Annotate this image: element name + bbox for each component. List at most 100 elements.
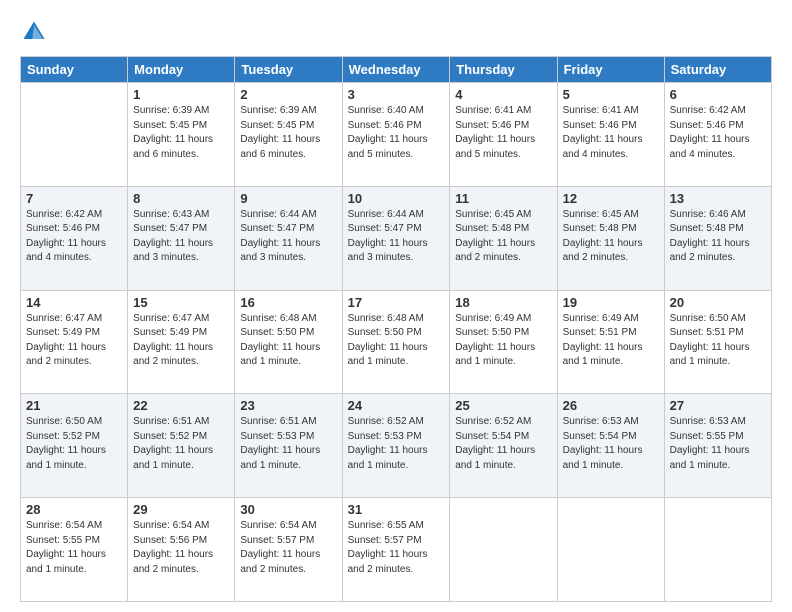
calendar-header-thursday: Thursday bbox=[450, 57, 557, 83]
day-number: 30 bbox=[240, 502, 336, 517]
calendar-header-monday: Monday bbox=[128, 57, 235, 83]
calendar-header-friday: Friday bbox=[557, 57, 664, 83]
day-info: Sunrise: 6:41 AM Sunset: 5:46 PM Dayligh… bbox=[563, 104, 659, 162]
calendar-cell: 24 Sunrise: 6:52 AM Sunset: 5:53 PM Dayli… bbox=[342, 394, 450, 498]
day-number: 28 bbox=[26, 502, 122, 517]
day-info: Sunrise: 6:42 AM Sunset: 5:46 PM Dayligh… bbox=[26, 208, 122, 266]
day-info: Sunrise: 6:51 AM Sunset: 5:52 PM Dayligh… bbox=[133, 415, 229, 473]
day-info: Sunrise: 6:50 AM Sunset: 5:52 PM Dayligh… bbox=[26, 415, 122, 473]
calendar-cell: 22 Sunrise: 6:51 AM Sunset: 5:52 PM Dayli… bbox=[128, 394, 235, 498]
day-info: Sunrise: 6:44 AM Sunset: 5:47 PM Dayligh… bbox=[240, 208, 336, 266]
day-info: Sunrise: 6:39 AM Sunset: 5:45 PM Dayligh… bbox=[240, 104, 336, 162]
day-info: Sunrise: 6:49 AM Sunset: 5:50 PM Dayligh… bbox=[455, 312, 551, 370]
day-info: Sunrise: 6:45 AM Sunset: 5:48 PM Dayligh… bbox=[563, 208, 659, 266]
day-info: Sunrise: 6:45 AM Sunset: 5:48 PM Dayligh… bbox=[455, 208, 551, 266]
day-number: 24 bbox=[348, 398, 445, 413]
calendar-cell bbox=[557, 498, 664, 602]
calendar-cell: 6Sunrise: 6:42 AM Sunset: 5:46 PM Daylig… bbox=[664, 83, 771, 187]
calendar-cell: 7 Sunrise: 6:42 AM Sunset: 5:46 PM Daylig… bbox=[21, 186, 128, 290]
day-info: Sunrise: 6:53 AM Sunset: 5:55 PM Dayligh… bbox=[670, 415, 766, 473]
day-number: 26 bbox=[563, 398, 659, 413]
day-info: Sunrise: 6:46 AM Sunset: 5:48 PM Dayligh… bbox=[670, 208, 766, 266]
calendar-cell: 28 Sunrise: 6:54 AM Sunset: 5:55 PM Dayli… bbox=[21, 498, 128, 602]
calendar-cell: 11 Sunrise: 6:45 AM Sunset: 5:48 PM Dayli… bbox=[450, 186, 557, 290]
calendar-cell bbox=[450, 498, 557, 602]
calendar-header-wednesday: Wednesday bbox=[342, 57, 450, 83]
day-info: Sunrise: 6:41 AM Sunset: 5:46 PM Dayligh… bbox=[455, 104, 551, 162]
calendar-cell: 26 Sunrise: 6:53 AM Sunset: 5:54 PM Dayli… bbox=[557, 394, 664, 498]
day-number: 14 bbox=[26, 295, 122, 310]
day-number: 22 bbox=[133, 398, 229, 413]
day-number: 25 bbox=[455, 398, 551, 413]
calendar-cell: 5 Sunrise: 6:41 AM Sunset: 5:46 PM Daylig… bbox=[557, 83, 664, 187]
day-number: 27 bbox=[670, 398, 766, 413]
day-number: 23 bbox=[240, 398, 336, 413]
calendar-cell bbox=[664, 498, 771, 602]
day-info: Sunrise: 6:55 AM Sunset: 5:57 PM Dayligh… bbox=[348, 519, 445, 577]
calendar-cell: 16Sunrise: 6:48 AM Sunset: 5:50 PM Dayli… bbox=[235, 290, 342, 394]
day-info: Sunrise: 6:49 AM Sunset: 5:51 PM Dayligh… bbox=[563, 312, 659, 370]
day-info: Sunrise: 6:43 AM Sunset: 5:47 PM Dayligh… bbox=[133, 208, 229, 266]
day-info: Sunrise: 6:52 AM Sunset: 5:54 PM Dayligh… bbox=[455, 415, 551, 473]
day-info: Sunrise: 6:42 AM Sunset: 5:46 PM Dayligh… bbox=[670, 104, 766, 162]
day-number: 12 bbox=[563, 191, 659, 206]
calendar-cell: 19 Sunrise: 6:49 AM Sunset: 5:51 PM Dayli… bbox=[557, 290, 664, 394]
day-info: Sunrise: 6:40 AM Sunset: 5:46 PM Dayligh… bbox=[348, 104, 445, 162]
calendar-week-3: 21 Sunrise: 6:50 AM Sunset: 5:52 PM Dayli… bbox=[21, 394, 772, 498]
calendar-cell: 8 Sunrise: 6:43 AM Sunset: 5:47 PM Daylig… bbox=[128, 186, 235, 290]
calendar-week-4: 28 Sunrise: 6:54 AM Sunset: 5:55 PM Dayli… bbox=[21, 498, 772, 602]
day-number: 19 bbox=[563, 295, 659, 310]
day-number: 13 bbox=[670, 191, 766, 206]
logo-icon bbox=[20, 18, 48, 46]
header bbox=[20, 18, 772, 46]
calendar-cell: 12 Sunrise: 6:45 AM Sunset: 5:48 PM Dayli… bbox=[557, 186, 664, 290]
day-info: Sunrise: 6:44 AM Sunset: 5:47 PM Dayligh… bbox=[348, 208, 445, 266]
calendar-cell: 14 Sunrise: 6:47 AM Sunset: 5:49 PM Dayli… bbox=[21, 290, 128, 394]
day-number: 3 bbox=[348, 87, 445, 102]
calendar-cell: 18 Sunrise: 6:49 AM Sunset: 5:50 PM Dayli… bbox=[450, 290, 557, 394]
day-info: Sunrise: 6:51 AM Sunset: 5:53 PM Dayligh… bbox=[240, 415, 336, 473]
calendar-header-saturday: Saturday bbox=[664, 57, 771, 83]
calendar-cell: 29 Sunrise: 6:54 AM Sunset: 5:56 PM Dayli… bbox=[128, 498, 235, 602]
day-number: 15 bbox=[133, 295, 229, 310]
logo bbox=[20, 18, 52, 46]
day-number: 9 bbox=[240, 191, 336, 206]
day-number: 8 bbox=[133, 191, 229, 206]
day-info: Sunrise: 6:48 AM Sunset: 5:50 PM Dayligh… bbox=[348, 312, 445, 370]
day-number: 1 bbox=[133, 87, 229, 102]
day-info: Sunrise: 6:52 AM Sunset: 5:53 PM Dayligh… bbox=[348, 415, 445, 473]
calendar-cell: 27 Sunrise: 6:53 AM Sunset: 5:55 PM Dayli… bbox=[664, 394, 771, 498]
day-number: 21 bbox=[26, 398, 122, 413]
day-number: 11 bbox=[455, 191, 551, 206]
calendar-week-2: 14 Sunrise: 6:47 AM Sunset: 5:49 PM Dayli… bbox=[21, 290, 772, 394]
day-info: Sunrise: 6:53 AM Sunset: 5:54 PM Dayligh… bbox=[563, 415, 659, 473]
calendar-cell: 3 Sunrise: 6:40 AM Sunset: 5:46 PM Daylig… bbox=[342, 83, 450, 187]
day-number: 7 bbox=[26, 191, 122, 206]
calendar-cell: 2 Sunrise: 6:39 AM Sunset: 5:45 PM Daylig… bbox=[235, 83, 342, 187]
calendar-cell: 21 Sunrise: 6:50 AM Sunset: 5:52 PM Dayli… bbox=[21, 394, 128, 498]
day-info: Sunrise: 6:47 AM Sunset: 5:49 PM Dayligh… bbox=[26, 312, 122, 370]
day-info: Sunrise: 6:47 AM Sunset: 5:49 PM Dayligh… bbox=[133, 312, 229, 370]
day-number: 2 bbox=[240, 87, 336, 102]
day-info: Sunrise: 6:54 AM Sunset: 5:55 PM Dayligh… bbox=[26, 519, 122, 577]
calendar-cell: 9 Sunrise: 6:44 AM Sunset: 5:47 PM Daylig… bbox=[235, 186, 342, 290]
day-number: 16 bbox=[240, 295, 336, 310]
day-info: Sunrise: 6:54 AM Sunset: 5:56 PM Dayligh… bbox=[133, 519, 229, 577]
day-number: 20 bbox=[670, 295, 766, 310]
calendar-cell: 31 Sunrise: 6:55 AM Sunset: 5:57 PM Dayli… bbox=[342, 498, 450, 602]
calendar-cell: 30 Sunrise: 6:54 AM Sunset: 5:57 PM Dayli… bbox=[235, 498, 342, 602]
day-number: 4 bbox=[455, 87, 551, 102]
day-info: Sunrise: 6:50 AM Sunset: 5:51 PM Dayligh… bbox=[670, 312, 766, 370]
calendar-cell: 4 Sunrise: 6:41 AM Sunset: 5:46 PM Daylig… bbox=[450, 83, 557, 187]
calendar-page: SundayMondayTuesdayWednesdayThursdayFrid… bbox=[0, 0, 792, 612]
calendar-cell bbox=[21, 83, 128, 187]
day-number: 18 bbox=[455, 295, 551, 310]
day-number: 31 bbox=[348, 502, 445, 517]
day-number: 5 bbox=[563, 87, 659, 102]
calendar-header-tuesday: Tuesday bbox=[235, 57, 342, 83]
calendar-cell: 10Sunrise: 6:44 AM Sunset: 5:47 PM Dayli… bbox=[342, 186, 450, 290]
day-info: Sunrise: 6:54 AM Sunset: 5:57 PM Dayligh… bbox=[240, 519, 336, 577]
day-info: Sunrise: 6:39 AM Sunset: 5:45 PM Dayligh… bbox=[133, 104, 229, 162]
day-number: 29 bbox=[133, 502, 229, 517]
calendar-cell: 1 Sunrise: 6:39 AM Sunset: 5:45 PM Daylig… bbox=[128, 83, 235, 187]
